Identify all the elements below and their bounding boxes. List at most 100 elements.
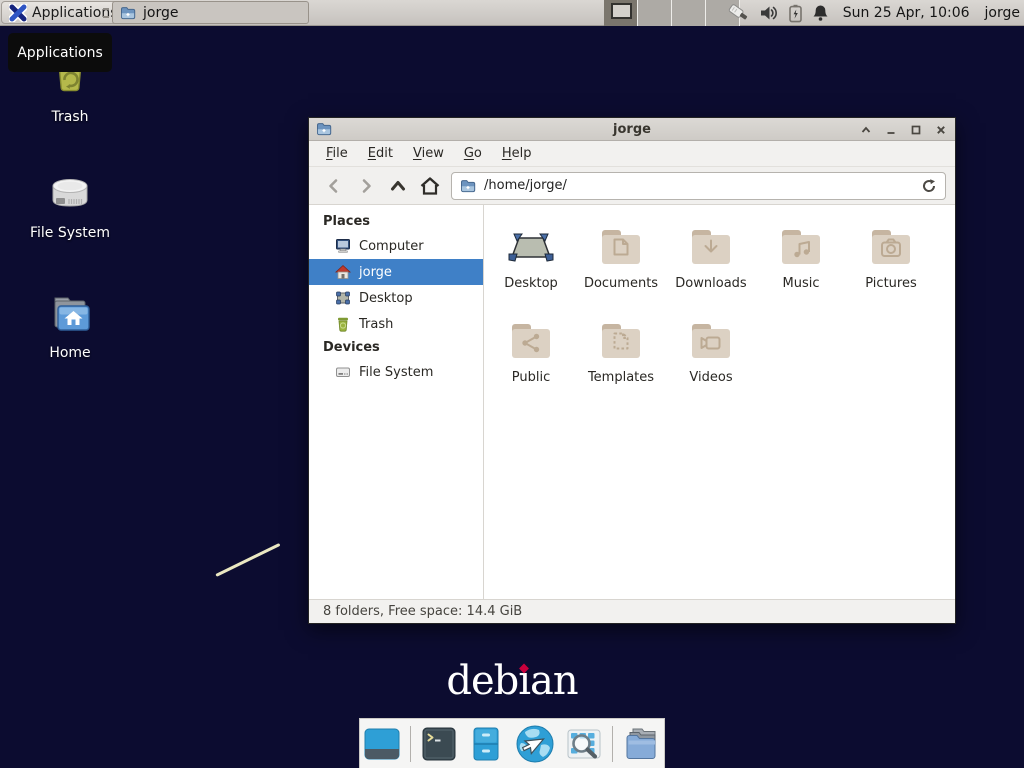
menu-go[interactable]: Go bbox=[454, 142, 492, 165]
file-label: Public bbox=[512, 370, 550, 385]
workspace-window-preview bbox=[611, 3, 632, 19]
file-manager-launcher[interactable] bbox=[467, 725, 505, 763]
home-button[interactable] bbox=[414, 172, 446, 200]
stray-line-artifact bbox=[215, 543, 280, 577]
file-tile-music[interactable]: Music bbox=[756, 223, 846, 291]
sidebar: Places Computer bbox=[309, 205, 484, 599]
close-button[interactable] bbox=[935, 124, 947, 136]
file-label: Pictures bbox=[865, 276, 916, 291]
web-browser-launcher[interactable] bbox=[514, 723, 556, 765]
home-icon bbox=[419, 175, 441, 197]
file-tile-public[interactable]: Public bbox=[486, 317, 576, 385]
sidebar-header-places: Places bbox=[309, 211, 483, 233]
workspace-switcher[interactable] bbox=[604, 0, 740, 26]
show-desktop-icon bbox=[363, 725, 401, 763]
minimize-button[interactable] bbox=[885, 124, 897, 136]
sidebar-item-desktop[interactable]: Desktop bbox=[309, 285, 483, 311]
file-label: Templates bbox=[588, 370, 654, 385]
notification-bell-icon[interactable] bbox=[812, 4, 829, 22]
terminal-launcher[interactable] bbox=[420, 725, 458, 763]
xfce-logo-icon bbox=[9, 4, 27, 22]
usb-device-icon[interactable] bbox=[727, 3, 751, 23]
sidebar-item-computer[interactable]: Computer bbox=[309, 233, 483, 259]
dock bbox=[359, 718, 665, 768]
window-content: Places Computer bbox=[309, 205, 955, 599]
show-desktop-button[interactable] bbox=[363, 725, 401, 763]
file-manager-window: jorge File Edit View Go Help bbox=[308, 117, 956, 624]
sidebar-item-label: Computer bbox=[359, 239, 424, 254]
up-icon bbox=[388, 176, 408, 196]
drive-icon bbox=[45, 172, 95, 220]
desktop-icon bbox=[507, 223, 555, 271]
pictures-folder-icon bbox=[867, 223, 915, 271]
panel-clock[interactable]: Sun 25 Apr, 10:06 bbox=[843, 5, 970, 21]
maximize-button[interactable] bbox=[910, 124, 922, 136]
menu-view[interactable]: View bbox=[403, 142, 454, 165]
file-tile-desktop[interactable]: Desktop bbox=[486, 223, 576, 291]
desktop-icon bbox=[335, 290, 351, 306]
app-finder-launcher[interactable] bbox=[565, 725, 603, 763]
statusbar: 8 folders, Free space: 14.4 GiB bbox=[309, 599, 955, 623]
battery-icon[interactable] bbox=[788, 4, 803, 23]
volume-icon[interactable] bbox=[760, 4, 779, 22]
file-label: Downloads bbox=[675, 276, 746, 291]
debian-logo-text: debıan bbox=[446, 658, 577, 704]
dock-separator bbox=[612, 726, 613, 762]
directory-launcher[interactable] bbox=[622, 725, 662, 763]
music-folder-icon bbox=[777, 223, 825, 271]
workspace-3[interactable] bbox=[672, 0, 706, 26]
statusbar-text: 8 folders, Free space: 14.4 GiB bbox=[323, 604, 522, 619]
public-folder-icon bbox=[507, 317, 555, 365]
applications-tooltip: Applications bbox=[8, 33, 112, 72]
sidebar-item-label: jorge bbox=[359, 265, 392, 280]
panel-separator-handle[interactable] bbox=[103, 8, 109, 18]
up-button[interactable] bbox=[382, 172, 414, 200]
sidebar-item-file-system[interactable]: File System bbox=[309, 359, 483, 385]
file-tile-videos[interactable]: Videos bbox=[666, 317, 756, 385]
documents-folder-icon bbox=[597, 223, 645, 271]
toolbar: /home/jorge/ bbox=[309, 167, 955, 205]
back-button[interactable] bbox=[318, 172, 350, 200]
desktop-icon-file-system[interactable]: File System bbox=[15, 172, 125, 241]
path-bar[interactable]: /home/jorge/ bbox=[451, 172, 946, 200]
file-tile-downloads[interactable]: Downloads bbox=[666, 223, 756, 291]
workspace-1[interactable] bbox=[604, 0, 638, 26]
window-title: jorge bbox=[309, 122, 955, 137]
forward-button[interactable] bbox=[350, 172, 382, 200]
folder-icon bbox=[120, 5, 136, 21]
file-icon-view[interactable]: Desktop Documents Downloads bbox=[484, 205, 955, 599]
panel-username[interactable]: jorge bbox=[985, 5, 1020, 21]
file-tile-documents[interactable]: Documents bbox=[576, 223, 666, 291]
menu-edit[interactable]: Edit bbox=[358, 142, 403, 165]
web-browser-icon bbox=[514, 723, 556, 765]
reload-icon bbox=[921, 178, 937, 194]
file-tile-templates[interactable]: Templates bbox=[576, 317, 666, 385]
desktop-icon-home[interactable]: Home bbox=[15, 292, 125, 361]
path-folder-icon bbox=[460, 178, 476, 194]
sidebar-item-label: File System bbox=[359, 365, 433, 380]
computer-icon bbox=[335, 238, 351, 254]
sidebar-item-jorge[interactable]: jorge bbox=[309, 259, 483, 285]
sidebar-item-trash[interactable]: Trash bbox=[309, 311, 483, 337]
sidebar-header-devices: Devices bbox=[309, 337, 483, 359]
reload-button[interactable] bbox=[921, 178, 937, 194]
menu-file[interactable]: File bbox=[316, 142, 358, 165]
downloads-folder-icon bbox=[687, 223, 735, 271]
window-titlebar[interactable]: jorge bbox=[309, 118, 955, 141]
file-tile-pictures[interactable]: Pictures bbox=[846, 223, 936, 291]
back-icon bbox=[324, 176, 344, 196]
window-controls bbox=[860, 118, 947, 141]
file-label: Videos bbox=[689, 370, 732, 385]
taskbar-item-jorge[interactable]: jorge bbox=[112, 1, 309, 24]
workspace-2[interactable] bbox=[638, 0, 672, 26]
desktop-icon-label: File System bbox=[15, 225, 125, 241]
menu-help[interactable]: Help bbox=[492, 142, 542, 165]
shade-button[interactable] bbox=[860, 124, 872, 136]
templates-folder-icon bbox=[597, 317, 645, 365]
path-text: /home/jorge/ bbox=[484, 178, 567, 193]
tooltip-text: Applications bbox=[17, 45, 103, 61]
desktop: Applications jorge bbox=[0, 0, 1024, 768]
sidebar-item-label: Trash bbox=[359, 317, 393, 332]
file-label: Documents bbox=[584, 276, 658, 291]
home-folder-icon bbox=[45, 292, 95, 340]
